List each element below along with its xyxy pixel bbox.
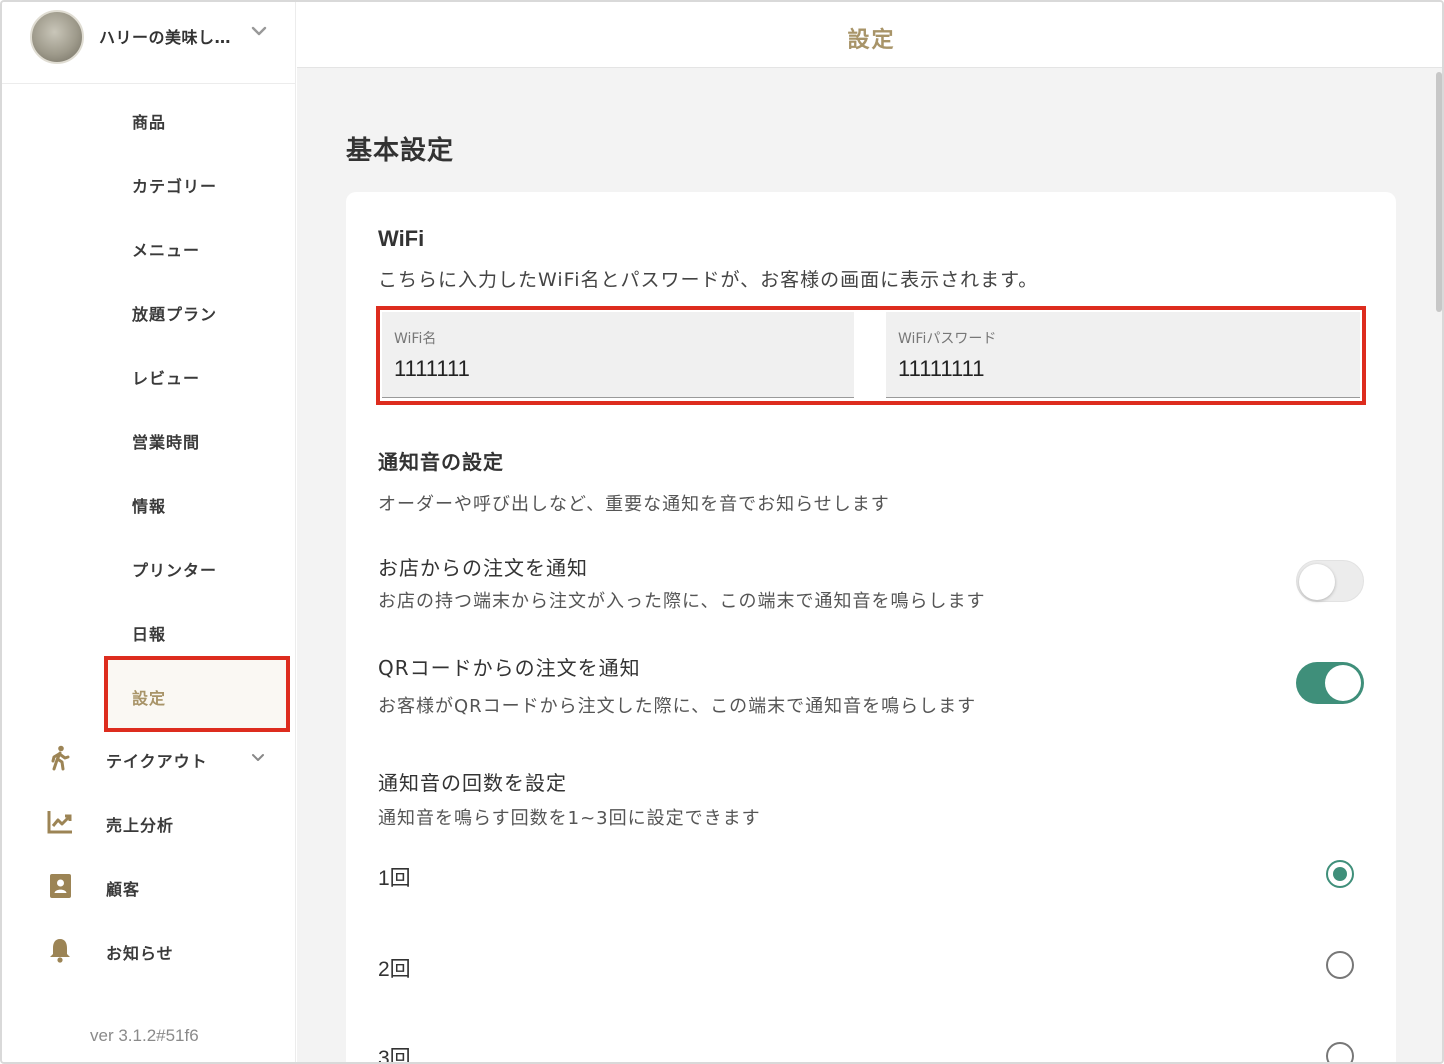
sidebar-item-takeout[interactable]: テイクアウト <box>2 728 296 792</box>
radio-option-1[interactable] <box>1326 860 1354 888</box>
sidebar-item-daily-report[interactable]: 日報 <box>2 599 296 663</box>
store-order-title: お店からの注文を通知 <box>378 556 588 580</box>
sidebar-item-all-you-can-plan[interactable]: 放題プラン <box>2 279 296 343</box>
contact-card-icon <box>50 874 71 898</box>
sidebar-item-sales-analysis[interactable]: 売上分析 <box>2 792 296 856</box>
sidebar-item-label: お知らせ <box>106 944 174 963</box>
sidebar-item-label: 日報 <box>132 625 167 644</box>
store-order-toggle[interactable] <box>1296 560 1364 602</box>
sidebar-item-info[interactable]: 情報 <box>2 471 296 535</box>
sidebar-item-notices[interactable]: お知らせ <box>2 920 296 984</box>
qr-order-toggle[interactable] <box>1296 662 1364 704</box>
notification-description: オーダーや呼び出しなど、重要な通知を音でお知らせします <box>378 494 890 515</box>
radio-label-3: 3回 <box>378 1047 411 1064</box>
sound-count-description: 通知音を鳴らす回数を1~3回に設定できます <box>378 808 761 829</box>
sidebar-item-label: カテゴリー <box>132 177 218 196</box>
top-bar: 設定 <box>297 2 1442 68</box>
sidebar-item-printer[interactable]: プリンター <box>2 535 296 599</box>
chart-icon <box>47 811 72 834</box>
sound-count-title: 通知音の回数を設定 <box>378 771 567 795</box>
sidebar: ハリーの美味し… 商品 カテゴリー メニュー 放題プラン レビュー 営業時間 情… <box>2 2 296 1062</box>
sidebar-item-menu[interactable]: メニュー <box>2 215 296 279</box>
radio-label-1: 1回 <box>378 867 411 890</box>
sidebar-item-label: テイクアウト <box>106 752 208 771</box>
wifi-description: こちらに入力したWiFi名とパスワードが、お客様の画面に表示されます。 <box>378 269 1039 291</box>
store-switcher[interactable]: ハリーの美味し… <box>2 2 296 84</box>
qr-order-title: QRコードからの注文を通知 <box>378 656 641 680</box>
section-title: 基本設定 <box>346 136 455 166</box>
sidebar-item-label: レビュー <box>132 369 201 388</box>
qr-order-description: お客様がQRコードから注文した際に、この端末で通知音を鳴らします <box>378 696 977 717</box>
toggle-knob <box>1325 665 1361 701</box>
sidebar-item-label: 売上分析 <box>106 816 175 835</box>
sidebar-item-label: プリンター <box>132 561 218 580</box>
toggle-knob <box>1299 564 1335 600</box>
store-order-description: お店の持つ端末から注文が入った際に、この端末で通知音を鳴らします <box>378 591 986 612</box>
notification-title: 通知音の設定 <box>378 450 504 474</box>
sidebar-item-business-hours[interactable]: 営業時間 <box>2 407 296 471</box>
bell-icon <box>50 939 70 963</box>
sidebar-item-categories[interactable]: カテゴリー <box>2 151 296 215</box>
chevron-down-icon <box>252 754 264 761</box>
sidebar-item-reviews[interactable]: レビュー <box>2 343 296 407</box>
wifi-title: WiFi <box>378 226 425 251</box>
page-title: 設定 <box>847 28 896 53</box>
app-version: ver 3.1.2#51f6 <box>90 1026 199 1045</box>
store-name: ハリーの美味し… <box>99 28 232 47</box>
radio-option-3[interactable] <box>1326 1042 1354 1062</box>
sidebar-item-label: メニュー <box>132 241 201 260</box>
sidebar-item-label: 情報 <box>132 497 167 516</box>
sidebar-item-label: 放題プラン <box>132 305 218 324</box>
radio-option-2[interactable] <box>1326 951 1354 979</box>
store-avatar <box>30 10 84 64</box>
app-window: ハリーの美味し… 商品 カテゴリー メニュー 放題プラン レビュー 営業時間 情… <box>0 0 1444 1064</box>
vertical-scrollbar[interactable] <box>1436 72 1442 312</box>
sidebar-item-label: 顧客 <box>106 880 141 899</box>
sidebar-item-settings[interactable]: 設定 <box>2 663 296 727</box>
sidebar-item-label: 営業時間 <box>132 433 201 452</box>
sidebar-item-products[interactable]: 商品 <box>2 87 296 151</box>
walking-person-icon <box>51 745 70 771</box>
sidebar-item-customers[interactable]: 顧客 <box>2 856 296 920</box>
chevron-down-icon <box>251 26 267 36</box>
sidebar-item-label: 商品 <box>132 113 167 132</box>
radio-label-2: 2回 <box>378 958 411 981</box>
sidebar-item-label: 設定 <box>132 689 167 708</box>
wifi-fields-highlight <box>376 306 1366 405</box>
